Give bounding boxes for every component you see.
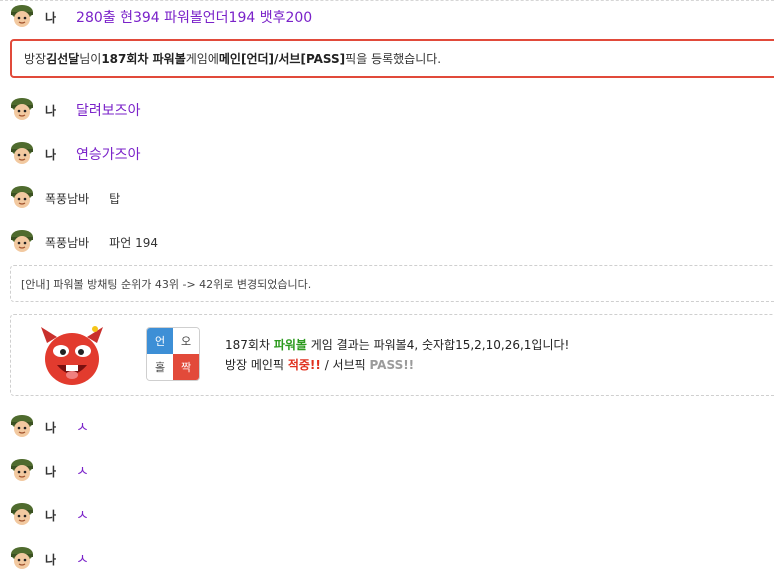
message-text: ㅅ [76,508,89,524]
message-text: ㅅ [76,420,89,436]
main-pick-label: 방장 메인픽 [225,358,288,372]
nickname[interactable]: 나 [45,551,56,568]
message-text: ㅅ [76,464,89,480]
result-text: 187회차 파워볼 게임 결과는 파워볼4, 숫자합15,2,10,26,1입니… [225,335,569,375]
chat-panel: 나 280출 현394 파워볼언더194 뱃후200 방장 김선달 님이 187회… [0,0,774,582]
game-result-card: 언 오 홀 짝 187회차 파워볼 게임 결과는 파워볼4, 숫자합15,2,1… [10,314,774,396]
rank-notice-text: [안내] 파워볼 방채팅 순위가 43위 -> 42위로 변경되었습니다. [21,277,312,291]
nickname[interactable]: 나 [45,102,56,119]
devil-mascot-icon [39,323,105,389]
nickname[interactable]: 나 [45,419,56,436]
soldier-avatar-icon[interactable] [9,229,35,255]
result-line-1: 187회차 파워볼 게임 결과는 파워볼4, 숫자합15,2,10,26,1입니… [225,335,569,355]
nickname[interactable]: 나 [45,507,56,524]
chat-message: 나 ㅅ [0,412,89,442]
result-under: 언 [147,328,173,354]
soldier-avatar-icon[interactable] [9,97,35,123]
nickname[interactable]: 폭풍남바 [45,190,89,207]
message-text: 280출 현394 파워볼언더194 뱃후200 [76,10,313,26]
notice-suffix: 픽을 등록했습니다. [345,52,442,66]
chat-message: 폭풍남바 파언 194 [0,227,158,257]
result-over: 오 [173,328,199,354]
message-text: ㅅ [76,552,89,568]
result-even: 짝 [173,354,199,380]
sub-pick-pass: PASS!! [369,358,415,372]
main-pick: 메인[언더]/ [218,52,279,66]
message-text: 달려보즈아 [76,103,141,119]
soldier-avatar-icon[interactable] [9,546,35,572]
message-text: 파언 194 [109,235,158,250]
pick-registered-notice: 방장 김선달 님이 187회차 파워볼 게임에 메인[언더]/ 서브[PASS] … [10,39,774,78]
chat-message: 나 연승가즈아 [0,139,140,169]
nickname[interactable]: 폭풍남바 [45,234,89,251]
chat-message: 나 ㅅ [0,500,89,530]
chat-message: 나 ㅅ [0,544,89,574]
chat-message: 나 ㅅ [0,456,89,486]
message-text: 탑 [109,191,121,206]
nickname[interactable]: 나 [45,146,56,163]
result-grid: 언 오 홀 짝 [146,327,200,381]
result-line-2: 방장 메인픽 적중!! / 서브픽 PASS!! [225,355,569,375]
result-round: 187회차 [225,338,274,352]
soldier-avatar-icon[interactable] [9,4,35,30]
soldier-avatar-icon[interactable] [9,185,35,211]
nickname[interactable]: 나 [45,9,56,26]
rank-change-notice: [안내] 파워볼 방채팅 순위가 43위 -> 42위로 변경되었습니다. [10,265,774,302]
notice-text: 님이 [79,52,102,66]
result-summary: 게임 결과는 파워볼4, 숫자합15,2,10,26,1입니다! [306,338,570,352]
main-pick-hit: 적중!! [287,358,321,372]
soldier-avatar-icon[interactable] [9,458,35,484]
message-text: 연승가즈아 [76,147,141,163]
result-game-name: 파워볼 [273,338,307,352]
sub-pick: 서브[PASS] [278,52,346,66]
soldier-avatar-icon[interactable] [9,502,35,528]
notice-prefix: 방장 [24,52,47,66]
chat-message: 나 달려보즈아 [0,95,140,125]
soldier-avatar-icon[interactable] [9,414,35,440]
soldier-avatar-icon[interactable] [9,141,35,167]
notice-text: 게임에 [185,52,219,66]
result-odd: 홀 [147,354,173,380]
chat-message: 나 280출 현394 파워볼언더194 뱃후200 [0,2,312,32]
host-name: 김선달 [46,52,80,66]
sub-pick-label: / 서브픽 [320,358,370,372]
chat-message: 폭풍남바 탑 [0,183,120,213]
nickname[interactable]: 나 [45,463,56,480]
round-label: 187회차 파워볼 [101,52,186,66]
